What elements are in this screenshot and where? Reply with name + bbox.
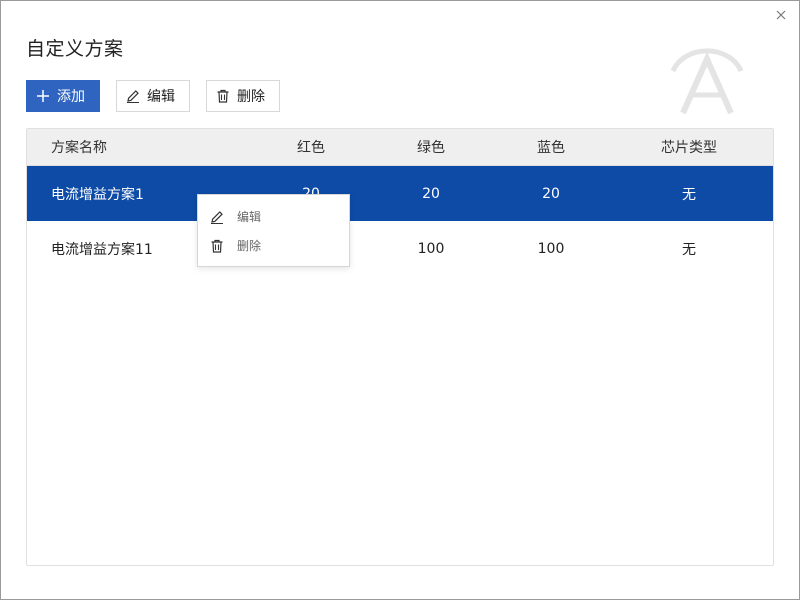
add-button[interactable]: 添加: [26, 80, 100, 112]
table-row[interactable]: 电流增益方案11 100 100 100 无: [27, 221, 773, 276]
column-header-chip-type[interactable]: 芯片类型: [627, 129, 751, 165]
pencil-icon: [125, 88, 141, 104]
context-menu-delete-label: 删除: [237, 239, 262, 253]
cell-green: 100: [417, 240, 445, 257]
column-header-blue[interactable]: 蓝色: [491, 129, 611, 165]
close-button[interactable]: [773, 7, 789, 23]
scheme-table: 方案名称 红色 绿色 蓝色 芯片类型 电流增益方案1 20 20 20 无 电流…: [26, 128, 774, 566]
cell-blue: 100: [537, 240, 565, 257]
delete-button-label: 删除: [237, 89, 265, 105]
pencil-icon: [209, 209, 225, 225]
context-menu-delete[interactable]: 删除: [198, 231, 349, 260]
cell-chip-type: 无: [682, 186, 696, 203]
dialog-title: 自定义方案: [26, 38, 124, 60]
brand-logo-icon: [670, 48, 744, 115]
column-header-red[interactable]: 红色: [251, 129, 371, 165]
table-header: 方案名称 红色 绿色 蓝色 芯片类型: [27, 129, 773, 166]
cell-green: 20: [422, 185, 440, 202]
trash-icon: [209, 238, 225, 254]
dialog-window: 自定义方案 添加 编辑 删除 方案名称 红色 绿色 蓝色 芯片类型 电流增益方案…: [0, 0, 800, 600]
delete-button[interactable]: 删除: [206, 80, 280, 112]
edit-button[interactable]: 编辑: [116, 80, 190, 112]
add-button-label: 添加: [57, 89, 85, 105]
edit-button-label: 编辑: [147, 89, 175, 105]
context-menu-edit-label: 编辑: [237, 210, 262, 224]
context-menu-edit[interactable]: 编辑: [198, 202, 349, 231]
table-row[interactable]: 电流增益方案1 20 20 20 无: [27, 166, 773, 221]
context-menu: 编辑 删除: [197, 194, 350, 267]
trash-icon: [215, 88, 231, 104]
plus-icon: [35, 88, 51, 104]
column-header-green[interactable]: 绿色: [371, 129, 491, 165]
close-icon: [776, 10, 786, 20]
cell-blue: 20: [542, 185, 560, 202]
cell-chip-type: 无: [682, 241, 696, 258]
column-header-name[interactable]: 方案名称: [51, 129, 251, 165]
